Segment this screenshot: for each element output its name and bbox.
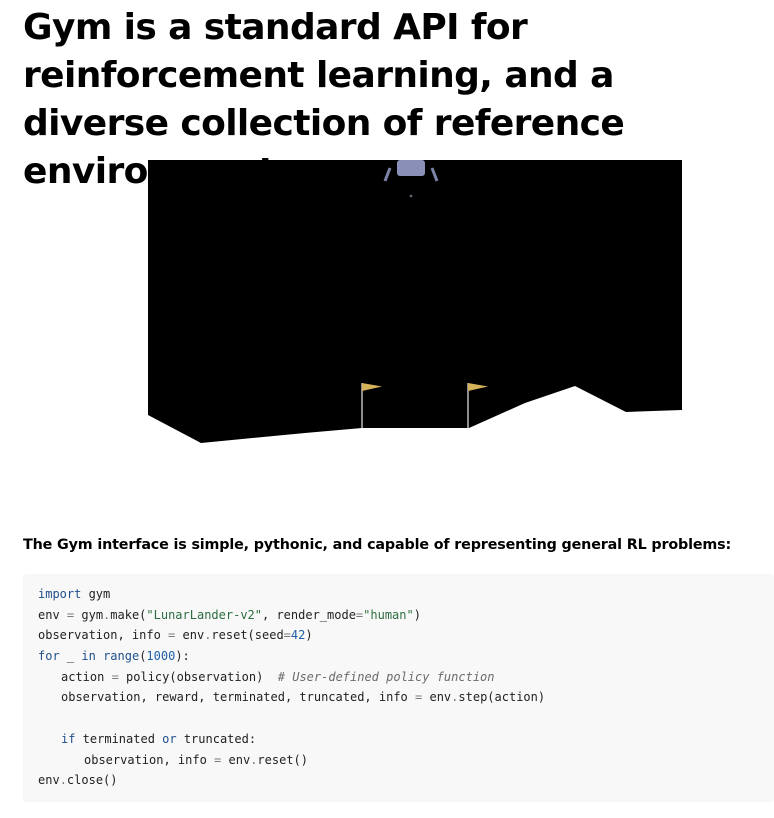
code-example-block: import gym env = gym.make("LunarLander-v2…: [23, 574, 774, 802]
code-token: range: [103, 649, 140, 664]
code-line-6: observation, reward, terminated, truncat…: [38, 687, 759, 708]
code-token: =: [111, 669, 119, 684]
code-token: reset(seed: [211, 628, 284, 643]
code-token: gym: [81, 587, 111, 601]
code-token: _: [59, 649, 82, 664]
code-token: "human": [363, 607, 414, 622]
code-token: ): [305, 628, 313, 643]
code-line-4: for _ in range(1000):: [38, 646, 759, 667]
code-token: for: [38, 649, 60, 664]
code-token: make(: [110, 607, 147, 622]
code-token: , render_mode: [262, 607, 356, 622]
code-token: policy(observation): [118, 669, 278, 684]
code-line-1: import gym: [38, 584, 759, 605]
code-token: action: [61, 669, 112, 684]
code-line-5: action = policy(observation) # User-defi…: [38, 667, 759, 688]
code-token: =: [283, 628, 291, 643]
code-token: env: [221, 752, 251, 767]
code-token: or: [162, 731, 177, 746]
lunar-lander-render: [148, 160, 682, 445]
code-token: "LunarLander-v2": [146, 607, 262, 622]
code-line-8: if terminated or truncated:: [38, 729, 759, 750]
code-token: gym: [74, 607, 104, 622]
code-token: reset(): [257, 752, 308, 767]
code-token: step(action): [458, 690, 546, 705]
code-token: observation, reward, terminated, truncat…: [61, 690, 416, 705]
code-line-9: observation, info = env.reset(): [38, 750, 759, 771]
code-token: .: [59, 773, 67, 788]
lunar-lander-environment-image: [148, 160, 682, 445]
code-token: env: [38, 773, 60, 788]
intro-text: The Gym interface is simple, pythonic, a…: [23, 537, 732, 553]
code-token: import: [38, 587, 82, 601]
code-token: if: [61, 731, 76, 746]
code-line-7-blank: [38, 708, 759, 729]
code-token: 42: [290, 628, 306, 643]
code-token: close(): [66, 773, 118, 788]
code-line-2: env = gym.make("LunarLander-v2", render_…: [38, 605, 759, 626]
code-line-3: observation, info = env.reset(seed=42): [38, 625, 759, 646]
code-token: env: [38, 607, 67, 622]
lander-body: [397, 160, 425, 176]
code-token: ): [413, 607, 421, 622]
code-line-10: env.close(): [38, 770, 759, 791]
code-token: env: [175, 628, 205, 643]
code-token: in: [81, 649, 96, 664]
code-token: ):: [175, 649, 190, 664]
code-token: observation, info: [38, 628, 169, 643]
engine-particle: [409, 194, 413, 198]
code-comment: # User-defined policy function: [277, 669, 495, 684]
code-token: env: [422, 690, 452, 705]
code-token: 1000: [146, 649, 176, 664]
code-token: observation, info: [84, 752, 215, 767]
code-token: terminated: [75, 731, 163, 746]
code-token: truncated:: [176, 731, 257, 746]
